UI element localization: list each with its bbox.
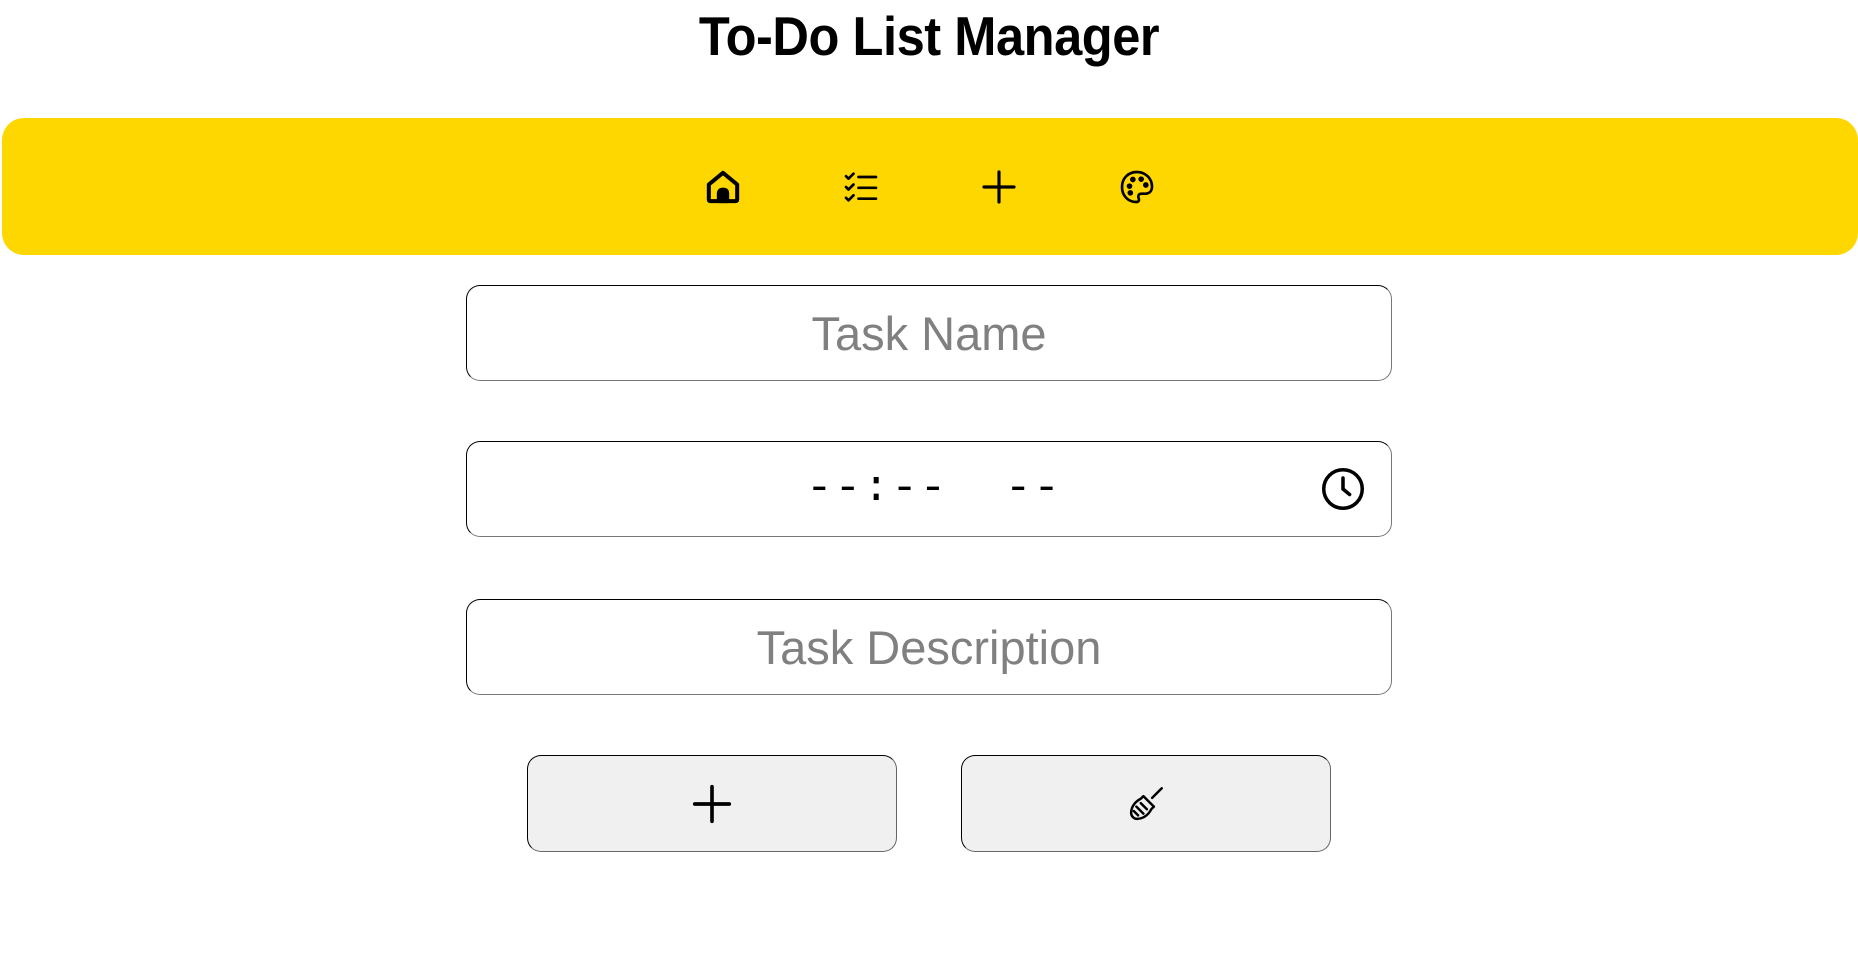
navbar <box>2 118 1858 255</box>
clock-icon <box>1321 467 1365 511</box>
nav-theme-button[interactable] <box>1117 167 1157 207</box>
nav-tasks-button[interactable] <box>841 167 881 207</box>
navbar-icons <box>703 167 1157 207</box>
home-icon <box>706 170 740 203</box>
time-picker-button[interactable] <box>1321 467 1365 511</box>
task-description-input[interactable] <box>466 599 1392 695</box>
page-title: To-Do List Manager <box>698 5 1160 67</box>
nav-home-button[interactable] <box>703 167 743 207</box>
page: To-Do List Manager Task Name --:-- -- Ta… <box>0 0 1858 954</box>
palette-icon <box>1120 170 1154 203</box>
nav-add-button[interactable] <box>979 167 1019 207</box>
checklist-icon <box>844 171 878 202</box>
plus-icon <box>982 169 1016 204</box>
task-name-input[interactable] <box>466 285 1392 381</box>
add-task-button[interactable] <box>527 755 897 852</box>
time-value: --:-- -- <box>806 464 1062 514</box>
clear-form-button[interactable] <box>961 755 1331 852</box>
task-time-input[interactable]: --:-- -- <box>466 441 1392 537</box>
plus-icon <box>692 784 732 823</box>
broom-icon <box>1129 786 1163 820</box>
